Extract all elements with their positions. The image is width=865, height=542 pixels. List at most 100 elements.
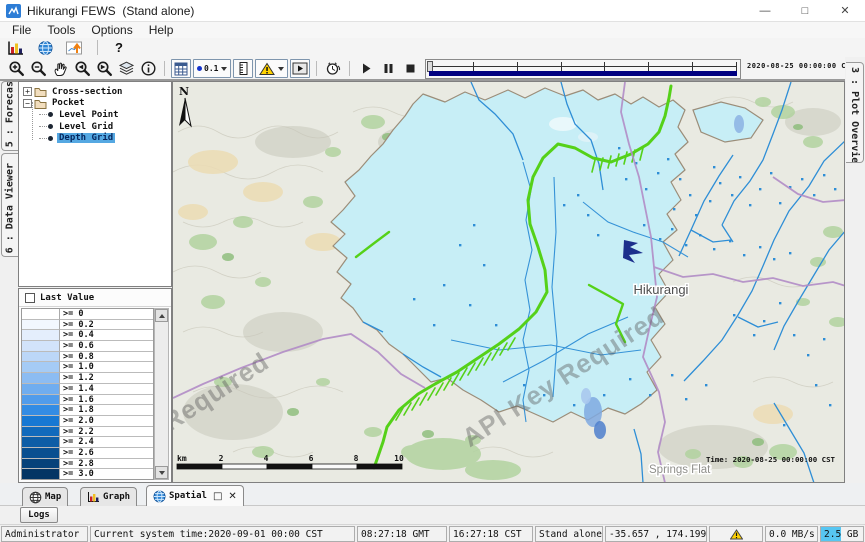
node-bullet-icon <box>48 124 53 129</box>
legend-row[interactable]: >= 0.4 <box>22 330 153 341</box>
tab-map[interactable]: Map <box>22 487 68 506</box>
sidebar-tab-forecast[interactable]: 5 : Forecast <box>1 81 18 151</box>
tree-node-label[interactable]: Level Grid <box>57 122 115 132</box>
application-window: Hikurangi FEWS (Stand alone) — □ ✕ FileT… <box>0 0 865 542</box>
legend-row[interactable]: >= 2.6 <box>22 448 153 459</box>
map-view[interactable]: API Key Required API Key Required N km 2… <box>172 81 845 483</box>
collapse-icon[interactable]: − <box>23 99 32 108</box>
tree-node-level-grid[interactable]: Level Grid <box>19 121 171 133</box>
legend-row[interactable]: >= 2.4 <box>22 437 153 448</box>
tree-node-label[interactable]: Level Point <box>57 110 121 120</box>
status-memory: 2.5 GB <box>820 526 864 542</box>
menu-item[interactable]: Options <box>83 22 140 38</box>
legend-row[interactable]: >= 2.2 <box>22 427 153 438</box>
tree-node-label[interactable]: Cross-section <box>50 87 124 97</box>
tree-node-pocket[interactable]: − Pocket <box>19 98 171 110</box>
legend-class-label: >= 0 <box>60 309 153 320</box>
zoom-previous-icon[interactable] <box>72 59 92 78</box>
maximize-button[interactable]: □ <box>785 0 825 22</box>
window-title: Hikurangi FEWS (Stand alone) <box>27 0 194 22</box>
current-map-datetime: 2020-08-25 00:00:00 CST <box>747 62 855 70</box>
legend-row[interactable]: >= 0.8 <box>22 352 153 363</box>
legend-class-label: >= 1.6 <box>60 395 153 406</box>
blue-globe-icon <box>153 490 166 503</box>
tree-node-cross-section[interactable]: + Cross-section <box>19 86 171 98</box>
tree-node-label-selected[interactable]: Depth Grid <box>57 133 115 143</box>
menu-item[interactable]: Tools <box>39 22 83 38</box>
legend-row[interactable]: >= 0 <box>22 309 153 320</box>
layers-icon[interactable] <box>116 59 136 78</box>
legend-row[interactable]: >= 0.6 <box>22 341 153 352</box>
sidebar-tab-data-viewer[interactable]: 6 : Data Viewer <box>1 153 18 257</box>
legend-row[interactable]: >= 2.8 <box>22 459 153 470</box>
legend-color-swatch <box>22 405 60 416</box>
minimize-button[interactable]: — <box>745 0 785 22</box>
legend-row[interactable]: >= 1.2 <box>22 373 153 384</box>
legend-color-swatch <box>22 416 60 427</box>
logs-button[interactable]: Logs <box>20 507 58 523</box>
legend-row[interactable]: >= 1.6 <box>22 395 153 406</box>
title-bar: Hikurangi FEWS (Stand alone) — □ ✕ <box>0 0 865 22</box>
zoom-next-icon[interactable] <box>94 59 114 78</box>
scalar-chart-icon[interactable] <box>64 38 84 57</box>
legend-row[interactable]: >= 2.0 <box>22 416 153 427</box>
scroll-up-button[interactable] <box>155 309 168 322</box>
sidebar-tab-label: 5 : Forecast <box>5 81 16 147</box>
legend-scrollbar[interactable] <box>154 308 169 480</box>
legend-row[interactable]: >= 3.0 <box>22 469 153 480</box>
help-icon[interactable]: ? <box>111 40 127 55</box>
tab-maximize-icon[interactable]: □ <box>213 491 222 502</box>
menu-bar: FileToolsOptionsHelp <box>0 22 865 38</box>
legend-row[interactable]: >= 1.4 <box>22 384 153 395</box>
menu-item[interactable]: File <box>4 22 39 38</box>
legend-class-label: >= 0.8 <box>60 352 153 363</box>
ruler-icon[interactable] <box>233 59 253 78</box>
scroll-down-button[interactable] <box>155 466 168 479</box>
tree-node-level-point[interactable]: Level Point <box>19 109 171 121</box>
interval-value: 0.1 <box>204 64 218 73</box>
zoom-out-icon[interactable] <box>28 59 48 78</box>
place-label-springs-flat: Springs Flat <box>649 464 711 476</box>
toolbar-separator <box>97 40 98 55</box>
zoom-in-icon[interactable] <box>6 59 26 78</box>
legend-row[interactable]: >= 1.0 <box>22 362 153 373</box>
menu-item[interactable]: Help <box>141 22 182 38</box>
folder-icon <box>34 86 47 97</box>
grid-display-icon[interactable] <box>171 59 191 78</box>
stop-icon[interactable] <box>400 59 420 78</box>
toolbar-separator <box>349 61 350 76</box>
scale-tick-label: 4 <box>264 454 269 463</box>
north-label: N <box>179 85 189 98</box>
animation-movie-icon[interactable] <box>290 59 310 78</box>
tab-close-icon[interactable]: ✕ <box>228 491 236 502</box>
legend-row[interactable]: >= 0.2 <box>22 320 153 331</box>
place-label-hikurangi: Hikurangi <box>634 282 689 297</box>
play-icon[interactable] <box>356 59 376 78</box>
status-bar: Administrator Current system time:2020-0… <box>0 524 865 542</box>
tab-spatial-active[interactable]: Spatial □ ✕ <box>146 485 244 506</box>
map-globe-icon[interactable] <box>35 38 55 57</box>
legend-header: Last Value <box>19 289 171 307</box>
time-slider[interactable] <box>425 59 741 79</box>
topology-tree: + Cross-section − Pocket Level Point Lev… <box>19 82 171 144</box>
info-icon[interactable] <box>138 59 158 78</box>
last-value-checkbox[interactable] <box>25 293 35 303</box>
close-button[interactable]: ✕ <box>825 0 865 22</box>
legend-row[interactable]: >= 1.8 <box>22 405 153 416</box>
tree-node-label[interactable]: Pocket <box>50 98 87 108</box>
map-canvas[interactable]: API Key Required API Key Required N km 2… <box>173 82 845 483</box>
tab-graph[interactable]: Graph <box>80 487 137 506</box>
tree-node-depth-grid[interactable]: Depth Grid <box>19 132 171 144</box>
legend-color-swatch <box>22 437 60 448</box>
contour-interval-dropdown[interactable]: 0.1 <box>193 59 231 78</box>
pause-icon[interactable] <box>378 59 398 78</box>
scale-tick-label: 8 <box>354 454 359 463</box>
warnings-dropdown[interactable] <box>255 59 288 78</box>
animation-timer-icon[interactable] <box>323 59 343 78</box>
sidebar-tab-plot-overview[interactable]: 3 : Plot Overview <box>846 62 864 163</box>
database-chart-icon[interactable] <box>6 38 26 57</box>
pan-hand-icon[interactable] <box>50 59 70 78</box>
expand-icon[interactable]: + <box>23 87 32 96</box>
status-warning <box>709 526 763 542</box>
legend-panel: Last Value >= 0 >= 0.2 >= 0.4 <box>18 288 172 483</box>
